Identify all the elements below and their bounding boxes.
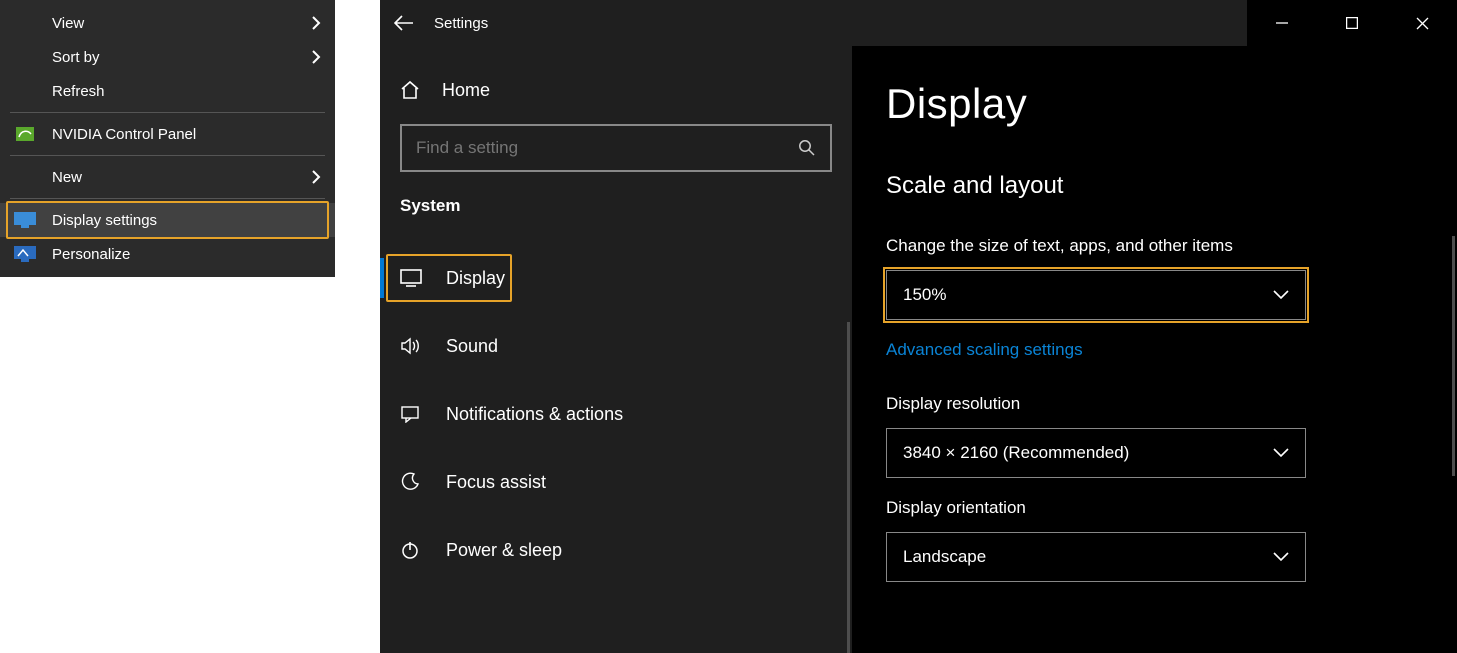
sidebar-item-focus-assist[interactable]: Focus assist bbox=[380, 454, 852, 510]
search-icon bbox=[798, 139, 816, 157]
sidebar-item-label: Power & sleep bbox=[446, 540, 562, 561]
sidebar-item-label: Display bbox=[446, 268, 505, 289]
advanced-scaling-link[interactable]: Advanced scaling settings bbox=[886, 340, 1457, 360]
window-controls bbox=[1247, 0, 1457, 46]
sidebar-scrollbar[interactable] bbox=[847, 322, 850, 653]
sidebar-item-label: Sound bbox=[446, 336, 498, 357]
ctx-item-refresh[interactable]: Refresh bbox=[0, 74, 335, 108]
back-arrow-icon bbox=[394, 15, 414, 31]
chevron-down-icon bbox=[1273, 290, 1289, 300]
separator bbox=[10, 112, 325, 113]
close-button[interactable] bbox=[1387, 0, 1457, 46]
notifications-icon bbox=[400, 405, 434, 423]
chevron-down-icon bbox=[1273, 552, 1289, 562]
nvidia-icon bbox=[14, 126, 36, 142]
maximize-icon bbox=[1346, 17, 1358, 29]
sound-icon bbox=[400, 337, 434, 355]
ctx-item-label: Display settings bbox=[52, 212, 157, 229]
resolution-dropdown[interactable]: 3840 × 2160 (Recommended) bbox=[886, 428, 1306, 478]
dropdown-value: 150% bbox=[903, 285, 946, 305]
ctx-item-sort-by[interactable]: Sort by bbox=[0, 40, 335, 74]
orientation-dropdown[interactable]: Landscape bbox=[886, 532, 1306, 582]
sidebar-home[interactable]: Home bbox=[380, 66, 852, 114]
personalize-icon bbox=[14, 246, 36, 262]
sidebar-item-label: Notifications & actions bbox=[446, 404, 623, 425]
separator bbox=[10, 155, 325, 156]
chevron-down-icon bbox=[1273, 448, 1289, 458]
ctx-item-view[interactable]: View bbox=[0, 6, 335, 40]
search-input-box[interactable] bbox=[400, 124, 832, 172]
window-title: Settings bbox=[434, 15, 488, 32]
ctx-item-label: Refresh bbox=[52, 83, 105, 100]
page-title: Display bbox=[886, 80, 1457, 128]
minimize-icon bbox=[1276, 17, 1288, 29]
maximize-button[interactable] bbox=[1317, 0, 1387, 46]
settings-window: Settings Home bbox=[380, 0, 1457, 653]
dropdown-value: Landscape bbox=[903, 547, 986, 567]
settings-content: Display Scale and layout Change the size… bbox=[852, 46, 1457, 653]
minimize-button[interactable] bbox=[1247, 0, 1317, 46]
ctx-item-display-settings[interactable]: Display settings bbox=[0, 203, 335, 237]
monitor-icon bbox=[14, 212, 36, 228]
resolution-label: Display resolution bbox=[886, 394, 1457, 414]
ctx-item-label: NVIDIA Control Panel bbox=[52, 126, 196, 143]
sidebar-item-sound[interactable]: Sound bbox=[380, 318, 852, 374]
scale-label: Change the size of text, apps, and other… bbox=[886, 236, 1457, 256]
ctx-item-label: Sort by bbox=[52, 49, 100, 66]
chevron-right-icon bbox=[311, 170, 321, 184]
display-icon bbox=[400, 269, 434, 287]
search-wrap bbox=[380, 124, 852, 196]
ctx-item-new[interactable]: New bbox=[0, 160, 335, 194]
titlebar: Settings bbox=[380, 0, 1457, 46]
power-icon bbox=[400, 540, 434, 560]
separator bbox=[10, 198, 325, 199]
moon-icon bbox=[400, 472, 434, 492]
content-scrollbar[interactable] bbox=[1452, 236, 1455, 476]
sidebar-item-notifications[interactable]: Notifications & actions bbox=[380, 386, 852, 442]
section-heading: Scale and layout bbox=[886, 172, 1457, 200]
ctx-item-label: View bbox=[52, 15, 84, 32]
dropdown-value: 3840 × 2160 (Recommended) bbox=[903, 443, 1129, 463]
sidebar-item-label: Focus assist bbox=[446, 472, 546, 493]
ctx-item-nvidia[interactable]: NVIDIA Control Panel bbox=[0, 117, 335, 151]
desktop-context-menu: View Sort by Refresh NVIDIA Control Pane… bbox=[0, 0, 335, 277]
chevron-right-icon bbox=[311, 16, 321, 30]
chevron-right-icon bbox=[311, 50, 321, 64]
sidebar-item-display[interactable]: Display bbox=[380, 250, 852, 306]
home-icon bbox=[400, 80, 434, 100]
back-button[interactable] bbox=[380, 0, 428, 46]
search-input[interactable] bbox=[416, 138, 798, 158]
ctx-item-label: Personalize bbox=[52, 246, 130, 263]
sidebar-section-label: System bbox=[380, 196, 852, 232]
ctx-item-label: New bbox=[52, 169, 82, 186]
orientation-label: Display orientation bbox=[886, 498, 1457, 518]
sidebar-item-label: Home bbox=[442, 80, 490, 101]
ctx-item-personalize[interactable]: Personalize bbox=[0, 237, 335, 271]
sidebar-item-power-sleep[interactable]: Power & sleep bbox=[380, 522, 852, 578]
settings-body: Home System Display bbox=[380, 46, 1457, 653]
settings-sidebar: Home System Display bbox=[380, 46, 852, 653]
close-icon bbox=[1416, 17, 1429, 30]
scale-dropdown[interactable]: 150% bbox=[886, 270, 1306, 320]
